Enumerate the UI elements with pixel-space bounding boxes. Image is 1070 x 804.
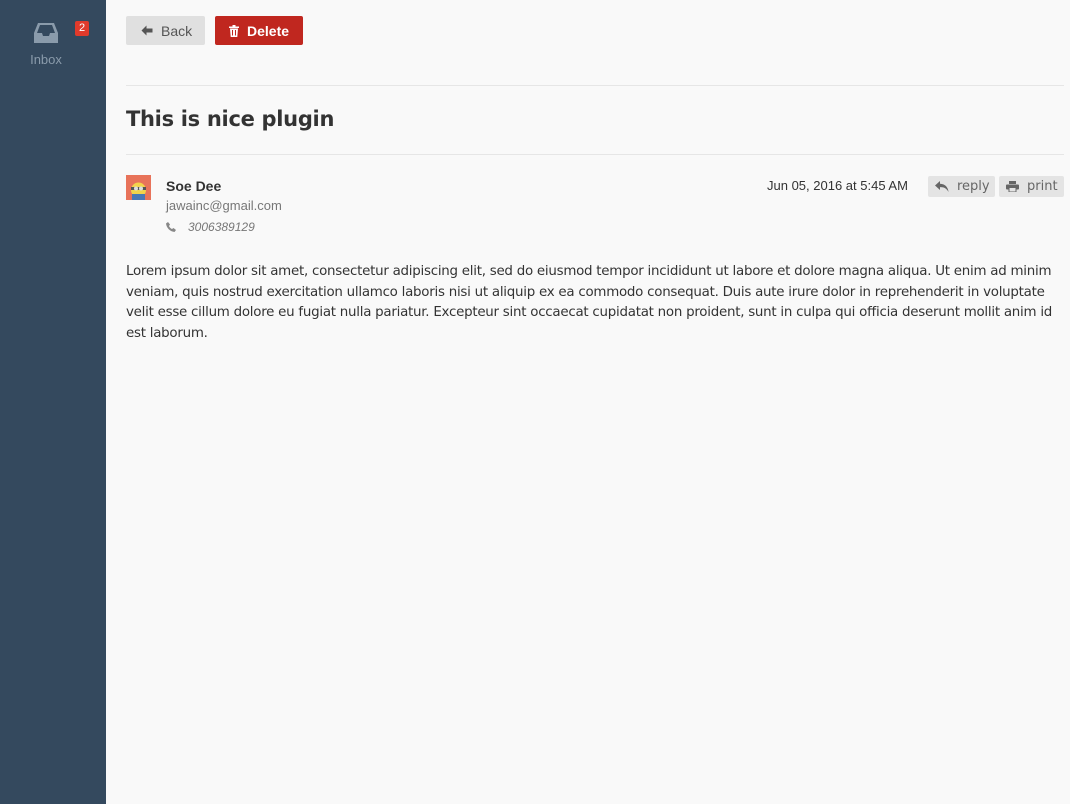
reply-button-label: reply [957, 179, 990, 194]
message-subject: This is nice plugin [126, 107, 335, 131]
sidebar-item-label: Inbox [30, 52, 62, 67]
unread-count-badge: 2 [75, 21, 89, 36]
sidebar: Inbox 2 [0, 0, 106, 804]
inbox-tray-icon [34, 23, 58, 43]
print-button[interactable]: print [999, 176, 1064, 197]
sender-name: Soe Dee [166, 178, 222, 194]
delete-button[interactable]: Delete [215, 16, 303, 45]
avatar-icon [126, 175, 151, 200]
sender-phone: 3006389129 [166, 220, 255, 234]
printer-icon [1006, 181, 1019, 192]
back-button[interactable]: Back [126, 16, 205, 45]
phone-icon [166, 222, 176, 232]
message-date: Jun 05, 2016 at 5:45 AM [767, 178, 908, 193]
delete-button-label: Delete [247, 22, 290, 39]
print-button-label: print [1027, 179, 1058, 194]
sender-phone-number: 3006389129 [188, 220, 255, 234]
divider [126, 85, 1064, 86]
reply-arrow-icon [935, 181, 949, 192]
divider [126, 154, 1064, 155]
message-body: Lorem ipsum dolor sit amet, consectetur … [126, 264, 1053, 341]
sender-email: jawainc@gmail.com [166, 198, 282, 213]
trash-icon [229, 24, 239, 37]
reply-button[interactable]: reply [928, 176, 995, 197]
arrow-left-icon [141, 25, 153, 36]
back-button-label: Back [161, 22, 193, 39]
